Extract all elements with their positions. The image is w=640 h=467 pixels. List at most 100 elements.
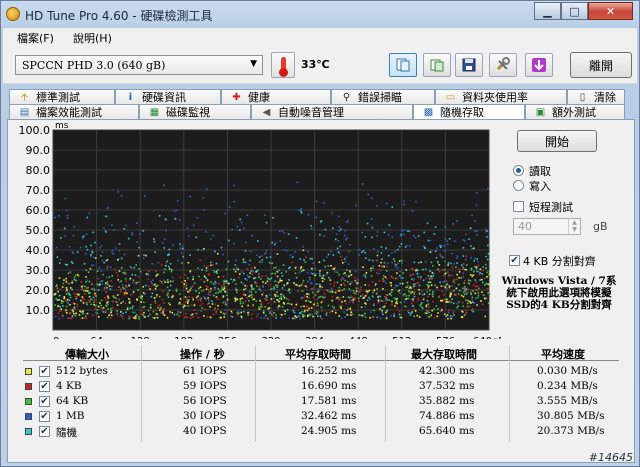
scatter-point — [378, 272, 380, 275]
tab-disk-monitor[interactable]: ▦ 磁碟監視 — [139, 104, 251, 119]
temperature-button[interactable] — [271, 52, 295, 78]
scatter-point — [457, 305, 460, 307]
spinner-icon[interactable]: ▲ ▼ — [568, 219, 580, 234]
scatter-point — [107, 297, 110, 299]
scatter-point — [456, 306, 458, 309]
scatter-point — [303, 259, 305, 261]
scatter-point — [114, 268, 116, 271]
scatter-point — [164, 268, 166, 270]
exit-button[interactable]: 離開 — [570, 52, 632, 78]
tab-random-access[interactable]: ▩ 隨機存取 — [413, 104, 525, 119]
scatter-point — [341, 301, 343, 303]
scatter-point — [205, 267, 208, 269]
scatter-point — [349, 244, 351, 246]
scatter-point — [401, 230, 404, 232]
scatter-point — [156, 316, 159, 319]
scatter-point — [373, 247, 375, 250]
scatter-point — [118, 286, 120, 288]
scatter-point — [76, 305, 79, 308]
scatter-point — [404, 305, 407, 308]
menu-file[interactable]: 檔案(F) — [17, 30, 54, 46]
scatter-point — [106, 267, 108, 269]
title-bar[interactable]: HD Tune Pro 4.60 - 硬碟檢測工具 ▁ □ ✕ — [1, 1, 639, 27]
scatter-point — [264, 298, 266, 301]
scatter-point — [270, 298, 273, 300]
scatter-point — [217, 304, 219, 307]
scatter-point — [428, 277, 431, 280]
series-visible-checkbox[interactable]: ✔ — [39, 411, 50, 422]
close-button[interactable]: ✕ — [588, 2, 633, 20]
scatter-point — [446, 314, 449, 316]
scatter-point — [199, 259, 202, 262]
tab-benchmark[interactable]: 🡩 標準測試 — [9, 89, 115, 104]
scatter-point — [63, 227, 66, 230]
scatter-point — [99, 302, 101, 304]
tab-drive-info[interactable]: i 硬碟資訊 — [115, 89, 221, 104]
scatter-point — [55, 298, 57, 300]
scatter-point — [179, 298, 182, 300]
size-input[interactable]: 40 ▲ ▼ — [513, 218, 581, 235]
scatter-point — [320, 301, 323, 304]
scatter-point — [235, 267, 238, 269]
series-visible-checkbox[interactable]: ✔ — [39, 426, 50, 437]
y-tick-label: 100.0 — [19, 124, 51, 137]
scatter-point — [339, 299, 341, 301]
scatter-point — [390, 282, 392, 284]
scatter-point — [251, 267, 253, 269]
scatter-point — [409, 230, 411, 233]
tab-extra-tests[interactable]: ▣ 額外測試 — [525, 104, 625, 119]
scatter-point — [369, 298, 371, 300]
write-radio[interactable] — [513, 180, 524, 191]
download-button[interactable] — [525, 53, 553, 77]
save-button[interactable] — [455, 53, 483, 77]
scatter-point — [486, 258, 489, 261]
scatter-point — [463, 280, 466, 282]
series-visible-checkbox[interactable]: ✔ — [39, 396, 50, 407]
drive-select[interactable]: SPCCN PHD 3.0 (640 gB) ▼ — [15, 55, 263, 75]
options-button[interactable] — [489, 53, 517, 77]
scatter-point — [450, 274, 453, 277]
align-4kb-checkbox[interactable]: ✔ — [509, 255, 520, 266]
series-visible-checkbox[interactable]: ✔ — [39, 366, 50, 377]
scatter-point — [465, 255, 468, 257]
short-test-checkbox[interactable] — [513, 201, 524, 212]
scatter-point — [476, 289, 479, 291]
scatter-point — [409, 274, 412, 276]
tab-erase[interactable]: ▯ 清除 — [567, 89, 625, 104]
scatter-point — [283, 232, 286, 234]
tab-label: 自動噪音管理 — [278, 106, 344, 119]
start-button[interactable]: 開始 — [517, 130, 597, 152]
scatter-point — [379, 308, 381, 310]
series-visible-checkbox[interactable]: ✔ — [39, 381, 50, 392]
tab-aam[interactable]: ◀ 自動噪音管理 — [251, 104, 413, 119]
scatter-point — [452, 312, 454, 314]
copy-screenshot-button[interactable] — [423, 53, 451, 77]
menu-help[interactable]: 說明(H) — [73, 30, 112, 46]
scatter-point — [338, 229, 340, 232]
scatter-point — [295, 304, 298, 306]
row-ops: 61 IOPS — [183, 365, 227, 377]
scatter-point — [314, 312, 317, 315]
scatter-point — [322, 274, 325, 277]
maximize-button[interactable]: □ — [561, 2, 588, 20]
minimize-button[interactable]: ▁ — [534, 2, 561, 20]
scatter-point — [197, 249, 199, 251]
scatter-point — [203, 265, 206, 267]
copy-info-button[interactable] — [389, 53, 417, 77]
scatter-point — [171, 268, 173, 271]
scatter-point — [101, 280, 103, 282]
read-radio[interactable] — [513, 165, 524, 176]
scatter-point — [330, 265, 332, 267]
scatter-point — [385, 247, 387, 249]
scatter-point — [407, 310, 409, 313]
tab-health[interactable]: ✚ 健康 — [221, 89, 331, 104]
tab-file-benchmark[interactable]: ▤ 檔案效能測試 — [9, 104, 139, 119]
scatter-point — [244, 261, 247, 264]
scatter-point — [272, 217, 274, 219]
tab-error-scan[interactable]: ⚲ 錯誤掃瞄 — [331, 89, 435, 104]
row-ops: 59 IOPS — [183, 380, 227, 392]
tab-folder-usage[interactable]: ▭ 資料夾使用率 — [435, 89, 567, 104]
scatter-point — [299, 312, 302, 315]
scatter-point — [323, 293, 326, 295]
scatter-point — [440, 246, 442, 248]
